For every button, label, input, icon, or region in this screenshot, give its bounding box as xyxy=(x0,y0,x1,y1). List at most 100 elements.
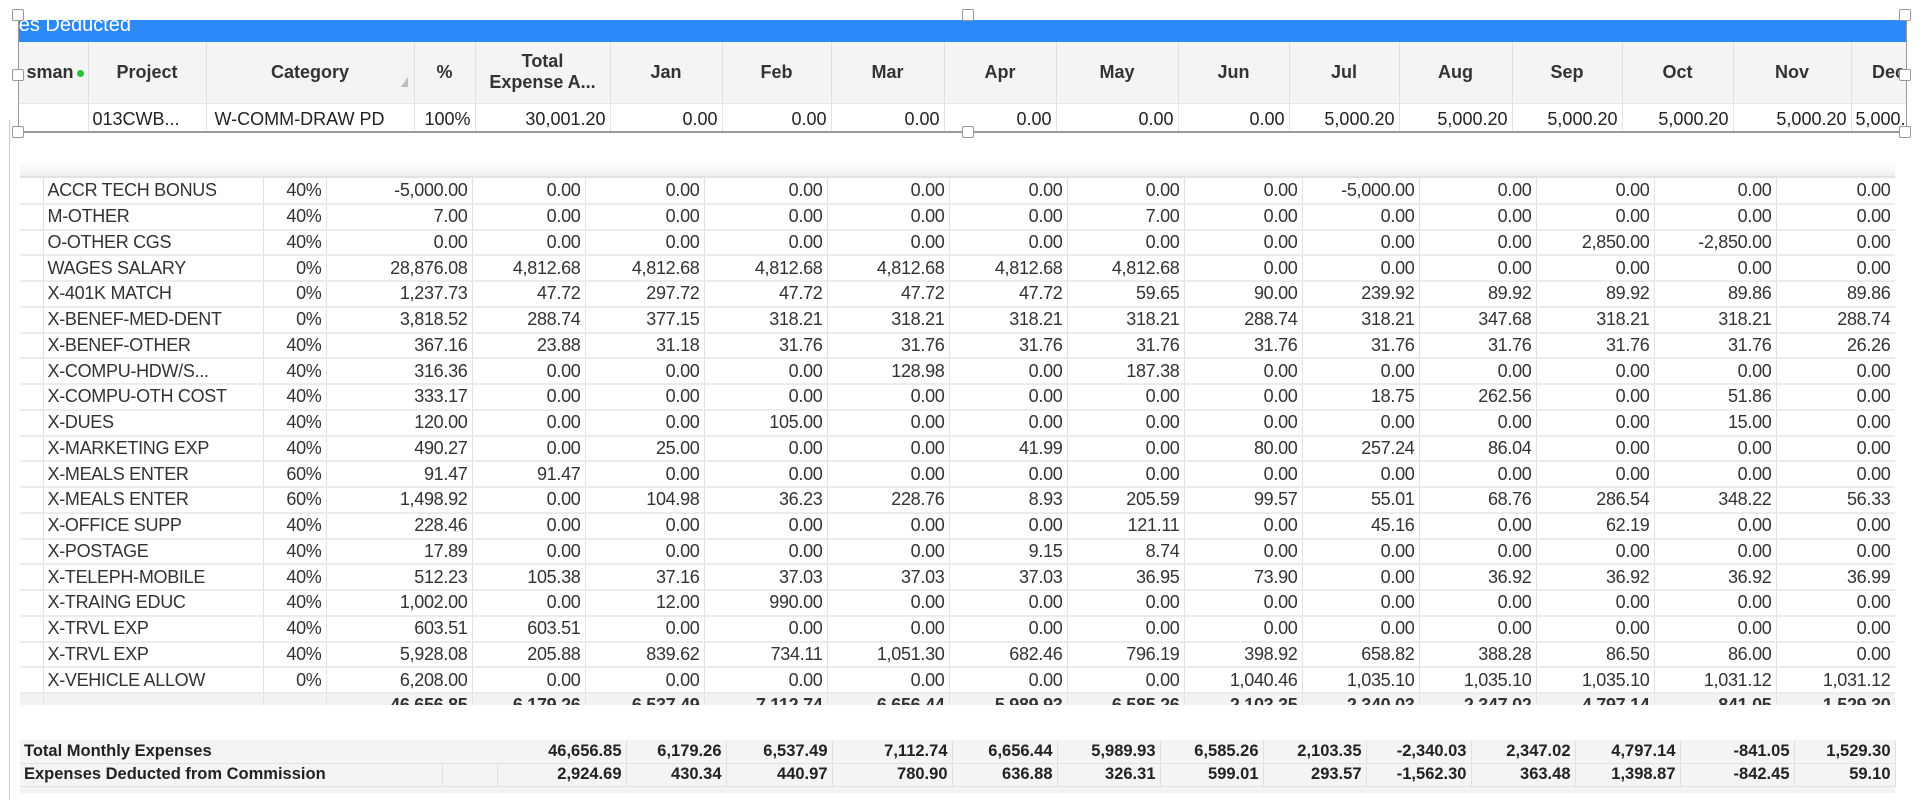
resize-handle[interactable] xyxy=(962,9,974,21)
expense-amount: 0.00 xyxy=(704,358,828,385)
column-header-oct[interactable]: Oct xyxy=(1622,42,1734,103)
expense-amount: 205.59 xyxy=(1067,487,1185,514)
expense-row[interactable]: M-OTHER 40% 7.00 0.00 0.00 0.00 0.00 0.00 7.00 0.… xyxy=(20,203,1895,231)
expense-amount: 0.00 xyxy=(1776,538,1895,566)
expense-row[interactable]: ACCR TECH BONUS 40% -5,000.00 0.00 0.00 0.00 0… xyxy=(20,178,1895,205)
expense-amount: 288.74 xyxy=(1184,306,1303,334)
sort-ascending-icon[interactable] xyxy=(400,76,408,87)
expense-row[interactable]: X-TRVL EXP 40% 603.51 603.51 0.00 0.00 0.00 0.0… xyxy=(20,615,1895,643)
column-header-label: % xyxy=(436,61,453,82)
summary-amount: 2,103.35 xyxy=(1263,740,1367,764)
expense-amount: 0.00 xyxy=(827,178,950,205)
expense-row[interactable]: X-MEALS ENTER 60% 1,498.92 0.00 104.98 36.23 2… xyxy=(20,487,1895,514)
expense-amount: 0.00 xyxy=(704,203,828,231)
column-header-sman[interactable]: sman xyxy=(19,42,89,103)
expense-percent: 40% xyxy=(263,332,327,360)
expense-amount: 0.00 xyxy=(472,384,586,411)
expense-row[interactable]: X-OFFICE SUPP 40% 228.46 0.00 0.00 0.00 0.00 0.… xyxy=(20,512,1895,540)
column-header-jul[interactable]: Jul xyxy=(1289,42,1400,103)
expense-row[interactable]: X-COMPU-OTH COST 40% 333.17 0.00 0.00 0.00 0.0… xyxy=(20,384,1895,411)
resize-handle[interactable] xyxy=(12,9,24,21)
column-header-category[interactable]: Category xyxy=(206,42,415,103)
expense-row[interactable]: X-TELEPH-MOBILE 40% 512.23 105.38 37.16 37.03… xyxy=(20,564,1895,591)
resize-handle[interactable] xyxy=(12,126,24,138)
expense-amount: 1,035.10 xyxy=(1536,667,1655,694)
resize-handle[interactable] xyxy=(962,126,974,138)
expense-category: X-BENEF-OTHER xyxy=(43,332,264,360)
total-cell: 6,179.26 xyxy=(472,693,586,705)
cell: 30,001.20 xyxy=(475,102,611,131)
panel-title: Expenses Deducted xyxy=(19,20,131,36)
expense-amount: 0.00 xyxy=(1419,203,1537,231)
expense-row[interactable]: X-VEHICLE ALLOW 0% 6,208.00 0.00 0.00 0.00 0.0… xyxy=(20,667,1895,694)
expense-category: X-MEALS ENTER xyxy=(43,487,264,514)
expense-row[interactable]: X-401K MATCH 0% 1,237.73 47.72 297.72 47.72 47… xyxy=(20,281,1895,308)
column-header-nov[interactable]: Nov xyxy=(1733,42,1852,103)
row-gutter xyxy=(20,538,44,566)
cell: 013CWB... xyxy=(88,102,207,131)
summary-row[interactable]: Expenses Deducted from Commission 2,924.6… xyxy=(20,763,1896,787)
column-header-label: Jul xyxy=(1330,61,1357,82)
column-header-label: Project xyxy=(116,61,178,82)
total-cell: -841.05 xyxy=(1654,693,1777,705)
resize-handle[interactable] xyxy=(1899,69,1911,81)
expense-amount: 734.11 xyxy=(704,641,828,669)
expense-row[interactable]: WAGES SALARY 0% 28,876.08 4,812.68 4,812.68 4… xyxy=(20,255,1895,282)
expense-amount: 31.76 xyxy=(1654,332,1777,360)
column-header-feb[interactable]: Feb xyxy=(722,42,832,103)
expense-amount: 0.00 xyxy=(585,358,705,385)
expense-row[interactable]: X-MEALS ENTER 60% 91.47 91.47 0.00 0.00 0.00 0.… xyxy=(20,461,1895,488)
expense-amount: 318.21 xyxy=(1536,306,1655,334)
column-header-total[interactable]: Total Expense A... xyxy=(475,42,611,103)
expense-amount: 1,051.30 xyxy=(827,641,950,669)
expense-row[interactable]: X-COMPU-HDW/S... 40% 316.36 0.00 0.00 0.00 128… xyxy=(20,358,1895,385)
expense-amount: 0.00 xyxy=(1067,615,1185,643)
resize-handle[interactable] xyxy=(1899,126,1911,138)
column-header-may[interactable]: May xyxy=(1056,42,1179,103)
expense-amount: 86.50 xyxy=(1536,641,1655,669)
expense-amount: 0.00 xyxy=(949,615,1068,643)
expense-amount: -5,000.00 xyxy=(1302,178,1420,205)
summary-row[interactable]: Total Monthly Expenses 46,656.85 6,179.26 6… xyxy=(20,740,1896,764)
expense-amount: 56.33 xyxy=(1776,487,1895,514)
expense-amount: 41.99 xyxy=(949,435,1068,463)
column-header-sep[interactable]: Sep xyxy=(1512,42,1623,103)
expense-amount: 682.46 xyxy=(949,641,1068,669)
expense-amount: 0.00 xyxy=(949,409,1068,437)
expense-category: X-POSTAGE xyxy=(43,538,264,566)
column-header-[interactable]: % xyxy=(414,42,476,103)
expense-row[interactable]: X-TRAING EDUC 40% 1,002.00 0.00 12.00 990.00 0… xyxy=(20,590,1895,617)
expense-category: X-401K MATCH xyxy=(43,281,264,308)
cell: W-COMM-DRAW PD xyxy=(206,102,415,131)
summary-amount: 46,656.85 xyxy=(497,740,627,764)
expense-amount: 318.21 xyxy=(704,306,828,334)
expense-category: X-MARKETING EXP xyxy=(43,435,264,463)
expense-amount: 1,498.92 xyxy=(326,487,473,514)
expense-amount: 86.00 xyxy=(1654,641,1777,669)
column-header-jun[interactable]: Jun xyxy=(1178,42,1290,103)
expense-row[interactable]: X-TRVL EXP 40% 5,928.08 205.88 839.62 734.11 1… xyxy=(20,641,1895,669)
expense-amount: 0.00 xyxy=(1776,203,1895,231)
column-header-project[interactable]: Project xyxy=(88,42,207,103)
column-header-apr[interactable]: Apr xyxy=(944,42,1057,103)
resize-handle[interactable] xyxy=(12,69,24,81)
column-header-aug[interactable]: Aug xyxy=(1399,42,1513,103)
resize-handle[interactable] xyxy=(1899,9,1911,21)
expense-percent: 40% xyxy=(263,564,327,591)
panel-title-bar[interactable]: Expenses Deducted xyxy=(19,20,1906,42)
expense-row[interactable]: X-DUES 40% 120.00 0.00 0.00 105.00 0.00 0.00 0.0… xyxy=(20,409,1895,437)
expense-row[interactable]: X-BENEF-OTHER 40% 367.16 23.88 31.18 31.76 31.… xyxy=(20,332,1895,360)
expense-amount: 288.74 xyxy=(472,306,586,334)
row-gutter xyxy=(20,358,44,385)
cell: 0.00 xyxy=(944,102,1057,131)
expense-amount: 0.00 xyxy=(472,409,586,437)
expense-row[interactable]: X-BENEF-MED-DENT 0% 3,818.52 288.74 377.15 31… xyxy=(20,306,1895,334)
column-header-mar[interactable]: Mar xyxy=(831,42,945,103)
column-header-jan[interactable]: Jan xyxy=(610,42,723,103)
summary-panel: Total Monthly Expenses 46,656.85 6,179.26 6… xyxy=(20,735,1896,793)
expense-row[interactable]: X-POSTAGE 40% 17.89 0.00 0.00 0.00 0.00 9.15 8.7… xyxy=(20,538,1895,566)
expense-row[interactable]: O-OTHER CGS 40% 0.00 0.00 0.00 0.00 0.00 0.00 0.… xyxy=(20,229,1895,257)
expense-percent: 60% xyxy=(263,487,327,514)
expense-row[interactable]: X-MARKETING EXP 40% 490.27 0.00 25.00 0.00 0.0… xyxy=(20,435,1895,463)
cell: 0.00 xyxy=(610,102,723,131)
